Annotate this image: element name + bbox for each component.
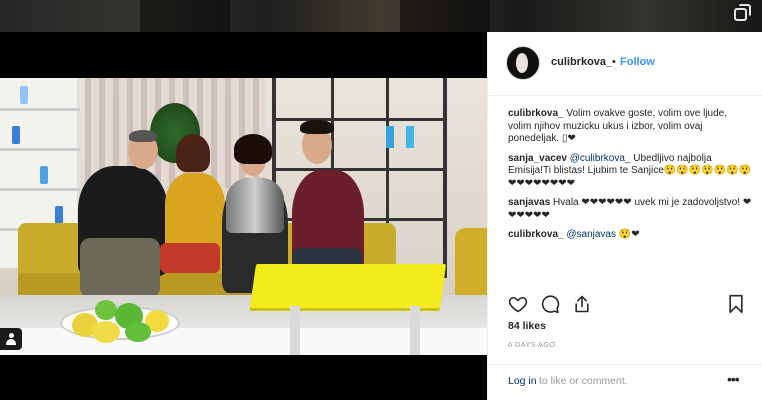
bookmark-icon[interactable] (726, 294, 746, 314)
login-prompt-text: to like or comment. (539, 375, 628, 387)
likes-count[interactable]: 84 likes (508, 320, 546, 332)
action-bar (508, 294, 748, 316)
comment-item: sanja_vacev @culibrkova_ Ubedljivo najbo… (508, 153, 753, 191)
comment-author[interactable]: sanja_vacev (508, 153, 567, 164)
post-header: culibrkova_ • Follow (488, 32, 762, 96)
comment-item: culibrkova_ @sanjavas 😲❤ (508, 229, 753, 242)
tv-studio-image (0, 78, 487, 355)
heart-icon[interactable] (508, 294, 528, 314)
comment-footer: Log in to like or comment. ••• (488, 364, 762, 400)
background-page (0, 0, 762, 32)
background-blur (140, 0, 230, 32)
more-options-icon[interactable]: ••• (727, 371, 740, 387)
comment-icon[interactable] (540, 294, 560, 314)
login-link[interactable]: Log in (508, 375, 537, 387)
username-link[interactable]: culibrkova_ (551, 56, 612, 68)
comment-author[interactable]: sanjavas (508, 197, 550, 208)
comment-item: sanjavas Hvala ❤❤❤❤❤❤ uvek mi je zadovol… (508, 197, 753, 222)
follow-button[interactable]: Follow (620, 56, 655, 68)
comment-text: 😲❤ (616, 229, 640, 240)
comment-author[interactable]: culibrkova_ (508, 108, 564, 119)
post-sidebar: culibrkova_ • Follow culibrkova_ Volim o… (487, 32, 762, 400)
comment-emoji: ▯❤ (561, 133, 576, 144)
post-photo[interactable] (0, 32, 487, 400)
post-timestamp: 6 DAYS AGO (508, 340, 556, 349)
background-blur (400, 0, 490, 32)
comment-mention[interactable]: @culibrkova_ (570, 153, 631, 164)
comment-author[interactable]: culibrkova_ (508, 229, 564, 240)
user-tag-icon[interactable] (0, 328, 22, 350)
avatar[interactable] (506, 46, 540, 80)
comment-item: culibrkova_ Volim ovakve goste, volim ov… (508, 108, 753, 146)
header-separator: • (612, 56, 616, 68)
share-icon[interactable] (572, 294, 592, 314)
comment-list: culibrkova_ Volim ovakve goste, volim ov… (508, 108, 753, 249)
multiple-posts-icon (734, 4, 752, 22)
post-modal: culibrkova_ • Follow culibrkova_ Volim o… (0, 32, 762, 400)
comment-mention[interactable]: @sanjavas (566, 229, 616, 240)
